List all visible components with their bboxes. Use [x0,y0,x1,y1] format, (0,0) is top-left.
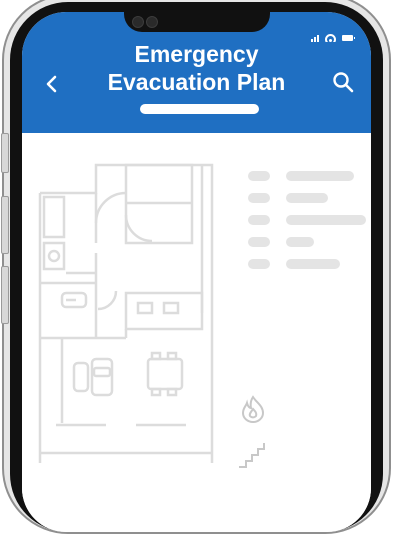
front-sensor [146,16,158,28]
stairs-icon[interactable] [237,439,269,469]
back-button[interactable] [42,72,62,96]
sheet-handle[interactable] [140,104,259,114]
phone-side-button [1,133,9,173]
legend-swatch [248,193,270,203]
status-bar [311,34,355,42]
search-icon [333,72,354,93]
battery-icon [342,35,355,41]
phone-volume-down-button [1,266,9,324]
phone-screen: Emergency Evacuation Plan [22,12,371,532]
app-header: Emergency Evacuation Plan [22,12,371,133]
search-button[interactable] [331,70,355,94]
page-title-line-2: Evacuation Plan [107,69,286,95]
evacuation-map [22,133,371,532]
floor-plan-icon [38,163,214,463]
front-camera [132,16,144,28]
page-title-line-1: Emergency [134,41,259,67]
legend-swatch [248,259,270,269]
legend-swatch [248,215,270,225]
legend-label-placeholder [286,259,340,269]
legend-swatch [248,237,270,247]
fire-icon[interactable] [239,395,267,423]
camera-notch [124,12,270,32]
chevron-left-icon [46,75,57,93]
wifi-icon [325,34,336,42]
legend-label-placeholder [286,171,354,181]
phone-volume-up-button [1,196,9,254]
page-title: Emergency Evacuation Plan [82,40,311,96]
legend-swatch [248,171,270,181]
legend-label-placeholder [286,215,366,225]
cellular-signal-icon [311,35,319,42]
legend-label-placeholder [286,237,314,247]
legend-label-placeholder [286,193,328,203]
